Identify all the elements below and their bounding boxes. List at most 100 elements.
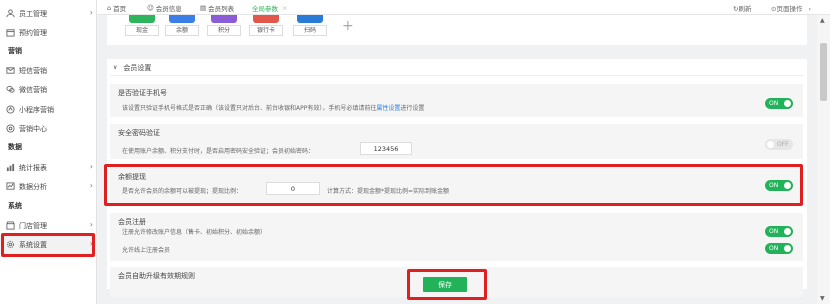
save-button[interactable]: 保存 (423, 277, 467, 292)
page-ops-button[interactable]: ⊙页面操作 › (771, 3, 811, 13)
desc-text: 进行设置 (400, 105, 425, 112)
scroll-up-icon[interactable]: ▲ (820, 17, 825, 24)
user-icon (6, 9, 15, 18)
setting-member-register: 会员注册 注册允许修改账户信息（售卡、初始积分、初始余额） 允许线上注册会员 O… (110, 213, 803, 261)
wechat-icon (6, 85, 15, 94)
attribute-settings-link[interactable]: 属性设置 (376, 105, 400, 112)
sidebar-item-label: 统计报表 (19, 163, 47, 172)
sidebar-item-staff[interactable]: 员工管理 › (0, 4, 97, 23)
sidebar-item-booking[interactable]: 预约管理 (0, 23, 97, 42)
main-content: 现金 余额 积分 银行卡 扫码 + ∨ 会员设置 是否验证手机号 该设置只验证手… (97, 15, 817, 304)
tab-label: 全局参数 (252, 5, 278, 13)
payment-bankcard[interactable]: 银行卡 (249, 25, 283, 36)
app-root: 员工管理 › 预约管理 营销 短信营销 微信营销 小程序营销 营销中心 数据 统… (0, 0, 830, 304)
sidebar-item-label: 门店管理 (19, 221, 47, 230)
setting-title: 会员注册 (118, 218, 146, 226)
balance-icon (169, 15, 195, 23)
payment-cash[interactable]: 现金 (125, 25, 159, 36)
sidebar-section-system: 系统 (8, 202, 22, 210)
payment-points[interactable]: 积分 (207, 25, 241, 36)
sidebar-item-reports[interactable]: 统计报表 › (0, 158, 97, 177)
sidebar-item-label: 数据分析 (19, 182, 47, 191)
sidebar-item-label: 微信营销 (19, 85, 47, 94)
sidebar: 员工管理 › 预约管理 营销 短信营销 微信营销 小程序营销 营销中心 数据 统… (0, 0, 97, 304)
cash-icon (129, 15, 155, 23)
highlight-box-settings (1, 233, 95, 257)
setting-title: 会员自助升级有效期规则 (118, 272, 195, 280)
chevron-down-icon: ∨ (113, 64, 118, 71)
tab-member-list[interactable]: ▤ 会员列表 (200, 3, 234, 13)
secure-password-toggle[interactable]: OFF (765, 139, 793, 150)
sidebar-item-wechat[interactable]: 微信营销 (0, 80, 97, 99)
setting-desc: 在使用账户余额、积分支付时，是否启用密码安全验证；会员初始密码： (122, 148, 315, 155)
sidebar-item-sms[interactable]: 短信营销 (0, 61, 97, 80)
add-payment-icon[interactable]: + (342, 18, 354, 34)
toggle-text: ON (769, 100, 779, 107)
mail-icon (6, 66, 15, 75)
toggle-knob (784, 245, 791, 252)
scan-icon (297, 15, 323, 23)
miniprogram-icon (6, 105, 15, 114)
divider (110, 75, 803, 76)
toggle-text: ON (769, 245, 779, 252)
chevron-right-icon: › (89, 181, 93, 190)
tab-label: 首页 (113, 5, 127, 13)
home-icon: ⌂ (107, 4, 112, 12)
initial-password-input[interactable]: 123456 (360, 142, 412, 155)
setting-secure-password: 安全密码验证 在使用账户余额、积分支付时，是否启用密码安全验证；会员初始密码： … (110, 124, 803, 159)
sidebar-item-label: 短信营销 (19, 66, 47, 75)
toggle-knob (767, 141, 774, 148)
setting-verify-phone: 是否验证手机号 该设置只验证手机号格式是否正确（该设置只对后台、前台收银和APP… (110, 84, 803, 117)
sidebar-item-label: 员工管理 (19, 9, 47, 18)
scroll-down-icon[interactable]: ▼ (820, 295, 825, 302)
member-settings-header[interactable]: ∨ 会员设置 (110, 60, 810, 75)
chart-icon (6, 163, 15, 172)
list-icon: ▤ (200, 4, 207, 12)
scrollbar[interactable]: ▲ ▼ (817, 15, 830, 304)
sidebar-item-label: 营销中心 (19, 124, 47, 133)
sidebar-section-marketing: 营销 (8, 47, 22, 55)
chevron-right-icon: › (89, 8, 93, 17)
chevron-right-icon: › (89, 162, 93, 171)
chevron-right-icon: › (89, 220, 93, 229)
payment-balance[interactable]: 余额 (165, 25, 199, 36)
store-icon (6, 221, 15, 230)
sidebar-section-data: 数据 (8, 143, 22, 151)
points-icon (211, 15, 237, 23)
sidebar-item-marketing-center[interactable]: 营销中心 (0, 119, 97, 138)
tab-bar: ⌂ 首页 ☺ 会员信息 ▤ 会员列表 全局参数 × ↻刷新 ⊙页面操作 › (97, 0, 830, 15)
tab-label: 会员列表 (208, 5, 235, 13)
page-ops-label: 页面操作 (776, 5, 803, 13)
desc-text: 该设置只验证手机号格式是否正确（该设置只对后台、前台收银和APP有效），手机号必… (122, 105, 377, 112)
sidebar-item-miniprogram[interactable]: 小程序营销 (0, 100, 97, 119)
verify-phone-toggle[interactable]: ON (765, 98, 793, 109)
payment-methods-panel: 现金 余额 积分 银行卡 扫码 + (107, 15, 807, 45)
sidebar-item-label: 小程序营销 (19, 105, 54, 114)
calendar-icon (6, 28, 15, 37)
tab-member-info[interactable]: ☺ 会员信息 (147, 3, 182, 13)
setting-desc: 该设置只验证手机号格式是否正确（该设置只对后台、前台收银和APP有效），手机号必… (122, 103, 424, 112)
register-edit-toggle[interactable]: ON (765, 226, 793, 237)
setting-title: 是否验证手机号 (118, 89, 167, 97)
close-icon[interactable]: × (282, 4, 287, 12)
payment-scan[interactable]: 扫码 (293, 25, 327, 36)
tab-global-params[interactable]: 全局参数 × (252, 3, 287, 13)
tab-home[interactable]: ⌂ 首页 (107, 3, 126, 13)
online-register-toggle[interactable]: ON (765, 243, 793, 254)
setting-title: 安全密码验证 (118, 129, 160, 137)
toggle-knob (784, 228, 791, 235)
chevron-right-icon: › (808, 5, 812, 13)
toggle-knob (784, 100, 791, 107)
sidebar-item-analysis[interactable]: 数据分析 › (0, 177, 97, 196)
refresh-button[interactable]: ↻刷新 (733, 3, 751, 13)
user-icon: ☺ (147, 4, 154, 12)
refresh-label: 刷新 (738, 5, 752, 13)
toggle-text: ON (769, 228, 779, 235)
analysis-icon (6, 182, 15, 191)
setting-desc: 允许线上注册会员 (122, 247, 171, 254)
scroll-thumb[interactable] (820, 43, 827, 101)
sidebar-item-label: 预约管理 (19, 28, 47, 37)
target-icon (6, 124, 15, 133)
bankcard-icon (253, 15, 279, 23)
setting-desc: 注册允许修改账户信息（售卡、初始积分、初始余额） (122, 229, 267, 236)
